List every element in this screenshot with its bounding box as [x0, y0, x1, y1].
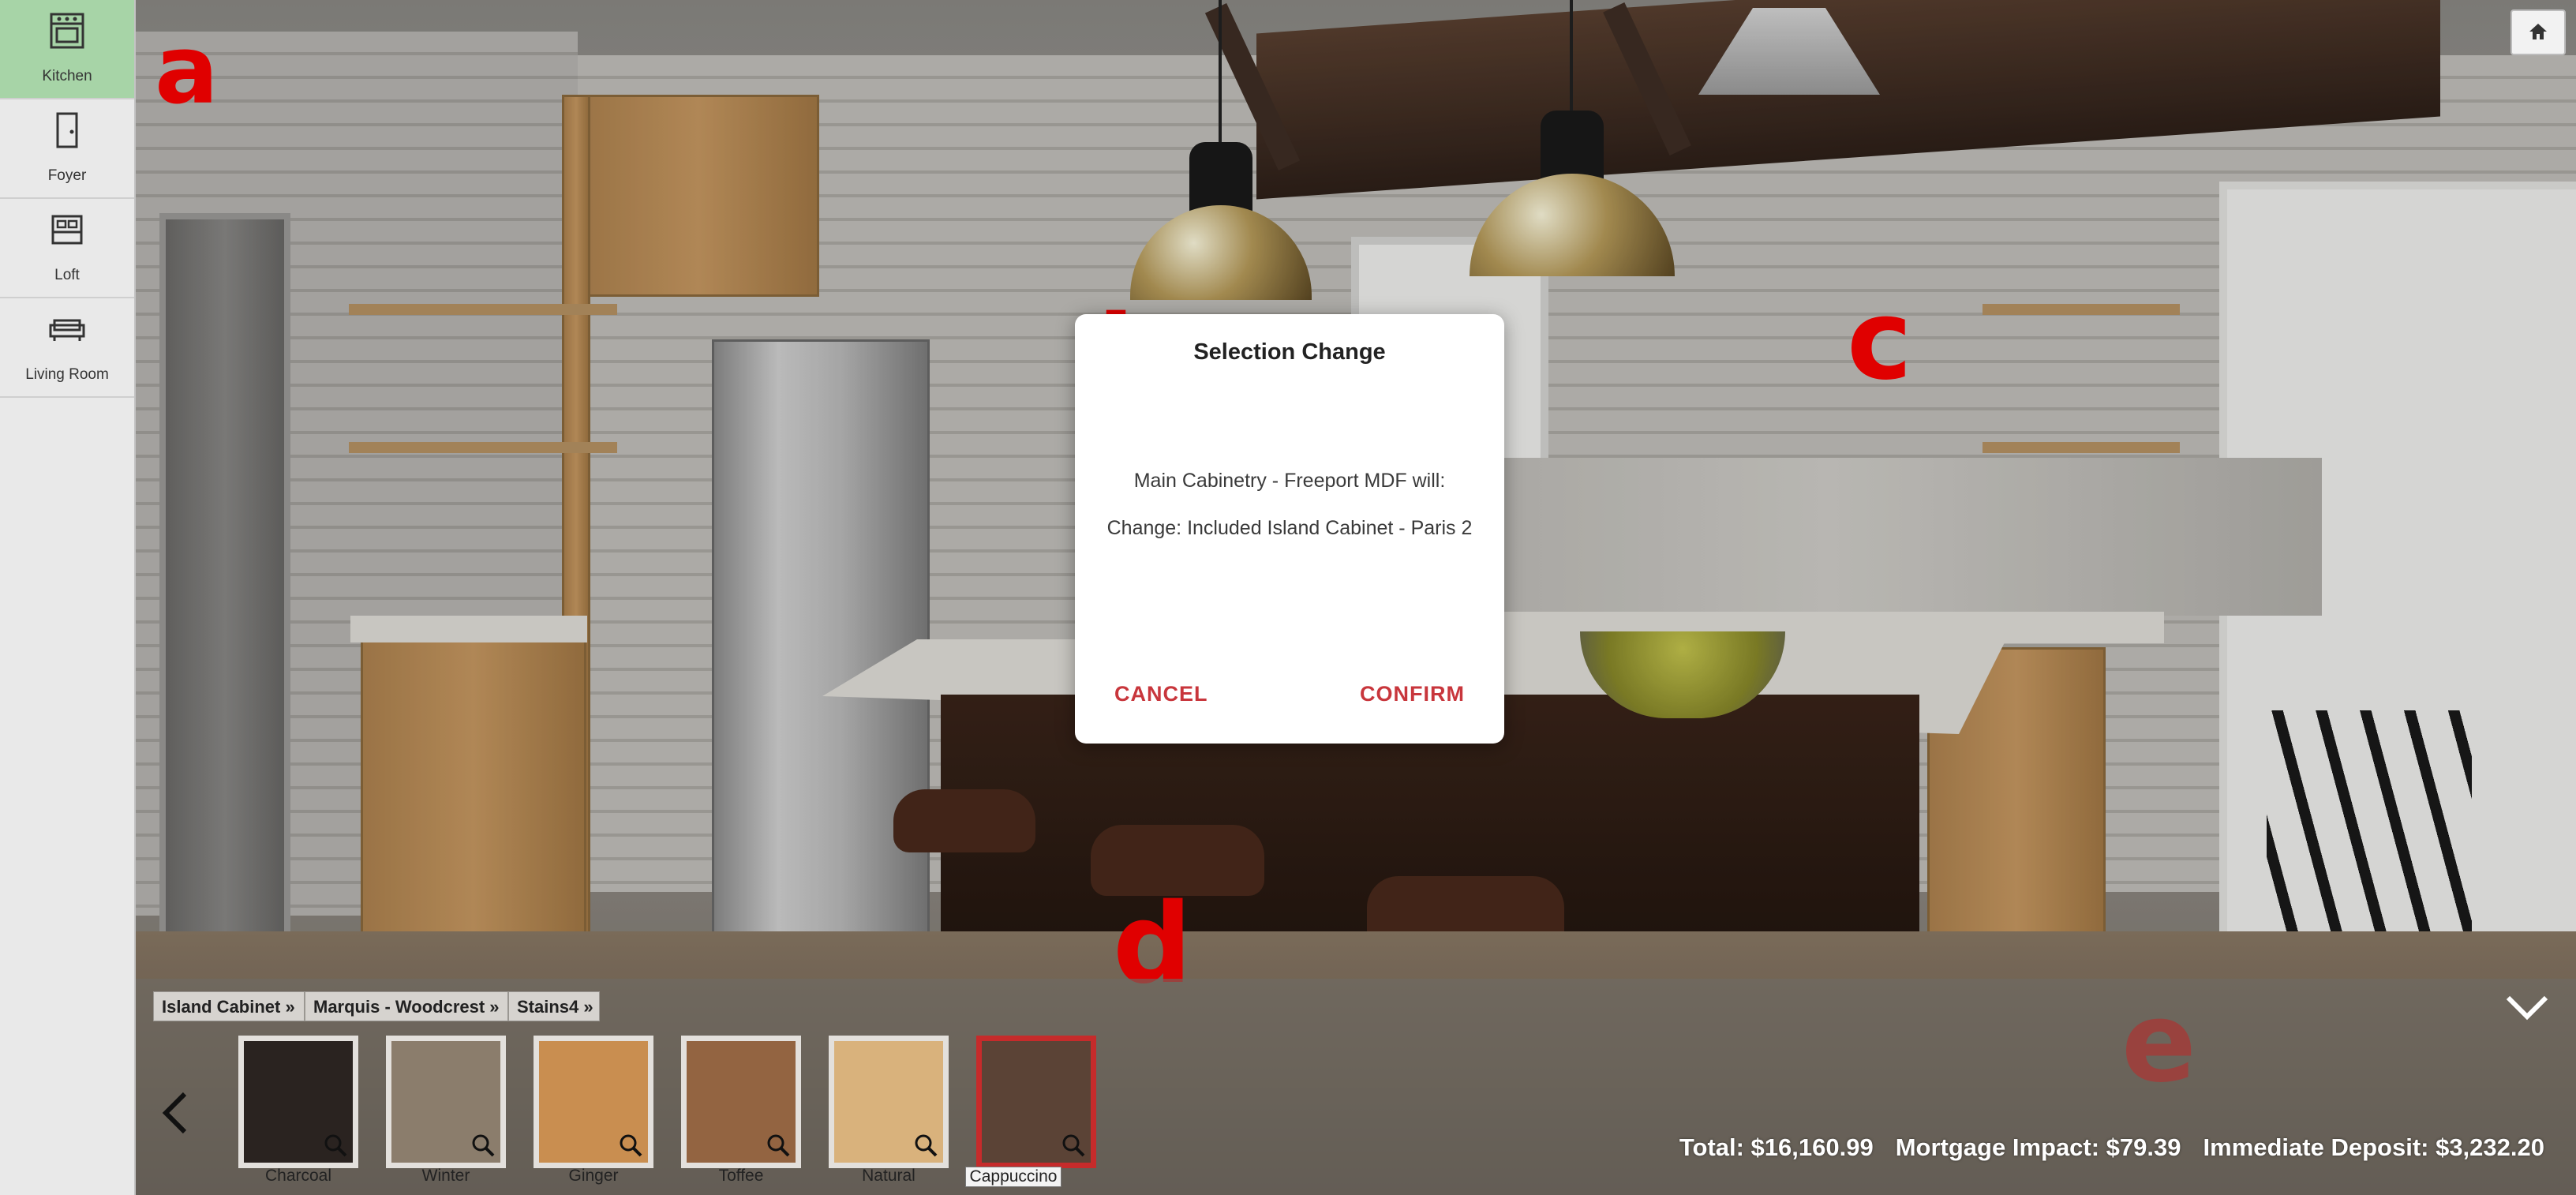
annotation-letter-a: a — [155, 16, 219, 125]
immediate-deposit: Immediate Deposit: $3,232.20 — [2203, 1133, 2544, 1161]
mortgage-impact: Mortgage Impact: $79.39 — [1895, 1133, 2181, 1161]
sidebar-item-label: Kitchen — [42, 68, 92, 84]
room-sidebar: Kitchen Foyer Loft Living Room — [0, 0, 136, 1195]
sidebar-item-label: Foyer — [47, 167, 87, 184]
sidebar-item-foyer[interactable]: Foyer — [0, 99, 134, 199]
sidebar-item-kitchen[interactable]: Kitchen — [0, 0, 134, 99]
sidebar-item-living-room[interactable]: Living Room — [0, 298, 134, 398]
bed-icon — [51, 215, 83, 245]
swatch-ginger[interactable] — [534, 1036, 653, 1168]
breadcrumb-stains4[interactable]: Stains4 » — [508, 991, 600, 1021]
swatch-label: Ginger — [568, 1167, 619, 1185]
swatch-toffee[interactable] — [681, 1036, 801, 1168]
cancel-button[interactable]: CANCEL — [1114, 682, 1208, 706]
zoom-icon[interactable] — [1061, 1133, 1086, 1158]
sidebar-item-loft[interactable]: Loft — [0, 199, 134, 298]
door-icon — [56, 112, 78, 148]
home-button[interactable] — [2510, 9, 2566, 55]
selection-bar: Island Cabinet » Marquis - Woodcrest » S… — [136, 979, 2576, 1195]
swatch-winter[interactable] — [386, 1036, 506, 1168]
dialog-change-text: Change: Included Island Cabinet - Paris … — [1106, 517, 1473, 539]
sidebar-item-label: Living Room — [25, 366, 109, 383]
zoom-icon[interactable] — [913, 1133, 938, 1158]
breadcrumb-island-cabinet[interactable]: Island Cabinet » — [153, 991, 305, 1021]
swatch-label: Toffee — [718, 1167, 764, 1185]
price-summary: Total: $16,160.99 Mortgage Impact: $79.39… — [1679, 1133, 2544, 1162]
swatch-label: Winter — [421, 1167, 470, 1185]
chevron-left-icon[interactable] — [159, 1089, 191, 1137]
dialog-title: Selection Change — [1193, 339, 1386, 365]
oven-icon — [50, 13, 84, 49]
dialog-message: Main Cabinetry - Freeport MDF will: — [1133, 470, 1446, 492]
zoom-icon[interactable] — [618, 1133, 643, 1158]
chevron-down-icon[interactable] — [2503, 991, 2551, 1023]
sofa-icon — [49, 319, 85, 341]
total-price: Total: $16,160.99 — [1679, 1133, 1874, 1161]
swatch-cappuccino[interactable] — [976, 1036, 1096, 1168]
breadcrumb-marquis-woodcrest[interactable]: Marquis - Woodcrest » — [305, 991, 508, 1021]
swatch-label: Cappuccino — [965, 1167, 1061, 1187]
home-icon — [2529, 24, 2547, 39]
zoom-icon[interactable] — [766, 1133, 791, 1158]
swatch-label: Natural — [862, 1167, 915, 1185]
swatch-charcoal[interactable] — [238, 1036, 358, 1168]
swatch-label: Charcoal — [264, 1167, 332, 1185]
confirm-button[interactable]: CONFIRM — [1360, 682, 1465, 706]
zoom-icon[interactable] — [470, 1133, 496, 1158]
swatch-natural[interactable] — [829, 1036, 949, 1168]
selection-change-dialog: Selection Change Main Cabinetry - Freepo… — [1075, 314, 1504, 744]
annotation-letter-c: c — [1847, 276, 1912, 405]
sidebar-item-label: Loft — [54, 267, 80, 283]
zoom-icon[interactable] — [323, 1133, 348, 1158]
